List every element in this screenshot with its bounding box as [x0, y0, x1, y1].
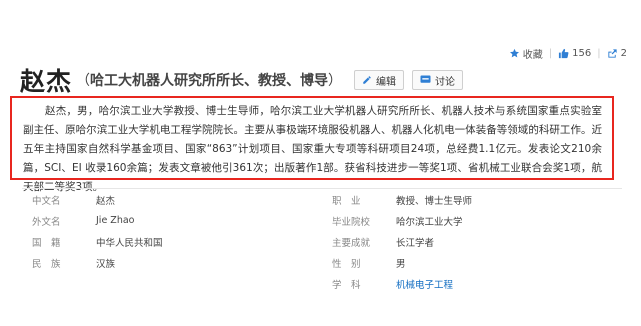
share-count: 2	[620, 48, 627, 59]
info-row: 主要成就 长江学者	[322, 231, 622, 252]
share-button[interactable]: 2	[607, 48, 627, 59]
like-button[interactable]: 156	[558, 48, 591, 59]
info-value-link[interactable]: 机械电子工程	[390, 277, 453, 291]
info-value: 中华人民共和国	[96, 237, 163, 249]
info-row: 民 族 汉族	[22, 252, 322, 273]
discuss-button[interactable]: 讨论	[412, 70, 464, 90]
info-key: 外文名	[32, 216, 61, 228]
favorite-button[interactable]: 收藏	[509, 46, 543, 61]
comment-icon	[420, 75, 431, 83]
info-row: 职 业 教授、博士生导师	[322, 189, 622, 210]
info-key: 毕业院校	[332, 216, 371, 228]
info-row: 性 别男	[322, 252, 622, 273]
info-row: 国 籍 中华人民共和国	[22, 231, 322, 252]
info-value: 教授、博士生导师	[396, 195, 473, 207]
info-key: 民 族	[32, 258, 61, 270]
info-value: 长江学者	[396, 237, 435, 249]
info-value: 赵杰	[96, 195, 116, 207]
summary-box: 赵杰，男，哈尔滨工业大学教授、博士生导师，哈尔滨工业大学机器人研究所所长、机器人…	[10, 96, 614, 193]
share-icon	[608, 49, 617, 58]
page-subtitle: （哈工大机器人研究所所长、教授、博导）	[76, 73, 343, 89]
like-count: 156	[572, 48, 592, 59]
info-key: 性 别	[332, 258, 361, 270]
info-key: 主要成就	[332, 237, 371, 249]
info-value: 哈尔滨工业大学	[396, 216, 463, 228]
info-value: Jie Zhao	[96, 215, 135, 226]
page-actions: 收藏 | 156 | 2	[509, 46, 627, 61]
info-column-right: 职 业 教授、博士生导师毕业院校 哈尔滨工业大学主要成就 长江学者性 别 男学 科 机械电…	[322, 189, 622, 294]
info-value: 汉族	[96, 258, 116, 270]
favorite-label: 收藏	[522, 50, 543, 61]
info-key: 学 科	[332, 279, 361, 291]
star-icon	[509, 48, 519, 58]
info-row: 学 科 机械电子工程	[322, 273, 622, 294]
info-key: 国 籍	[32, 237, 61, 249]
info-row: 外文名 Jie Zhao	[22, 210, 322, 231]
summary-text: 赵杰，男，哈尔滨工业大学教授、博士生导师，哈尔滨工业大学机器人研究所所长、机器人…	[23, 105, 602, 193]
title-row: 赵杰 （哈工大机器人研究所所长、教授、博导） 编辑 讨论	[20, 62, 464, 98]
edit-button[interactable]: 编辑	[354, 70, 405, 90]
divider: |	[548, 48, 553, 59]
divider: |	[597, 48, 601, 59]
info-row: 毕业院校 哈尔滨工业大学	[322, 210, 622, 231]
page-title: 赵杰	[20, 67, 73, 96]
info-row: 中文名 赵杰	[22, 189, 322, 210]
info-key: 职 业	[332, 195, 361, 207]
info-column-left: 中文名 赵杰外文名 Jie Zhao 国 籍 中华人民共和国民 族 汉族	[22, 189, 322, 294]
basic-info-table: 中文名 赵杰外文名 Jie Zhao 国 籍 中华人民共和国民 族 汉族 职 业 教授、博士…	[22, 188, 622, 294]
info-key: 中文名	[32, 195, 61, 207]
thumbs-up-icon	[559, 48, 569, 59]
info-value: 男	[396, 258, 406, 270]
pencil-icon	[363, 76, 371, 84]
edit-label: 编辑	[376, 76, 397, 88]
discuss-label: 讨论	[435, 76, 456, 88]
